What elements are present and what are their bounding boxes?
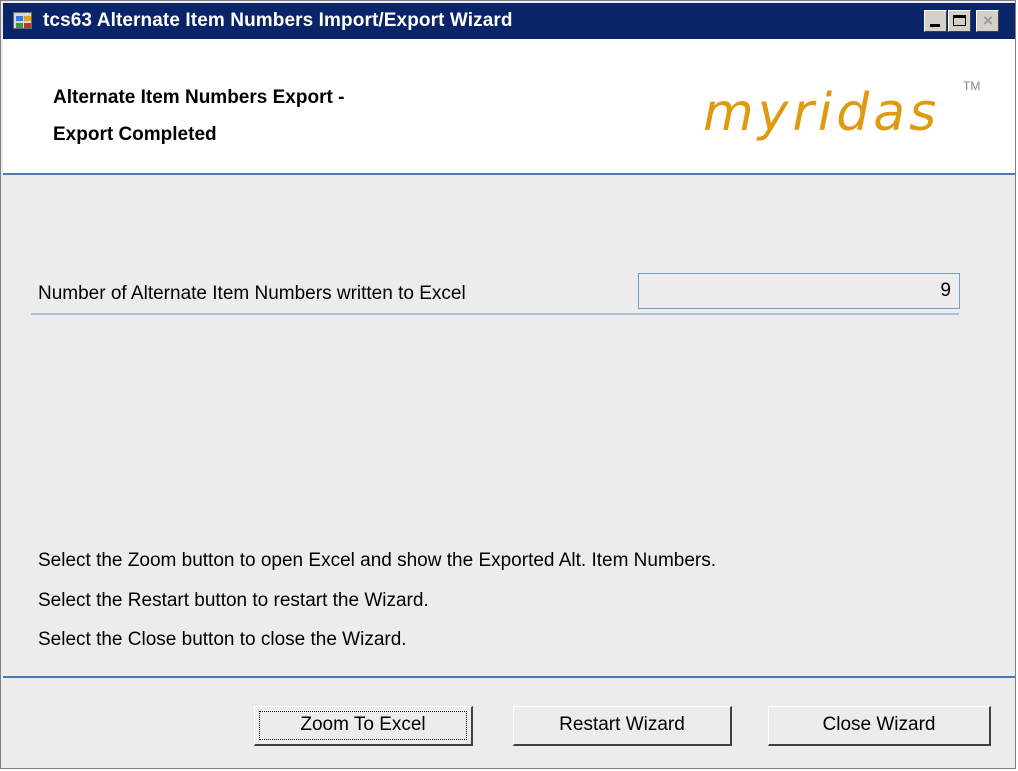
export-count-underline: [31, 313, 959, 315]
close-wizard-label: Close Wizard: [822, 714, 936, 735]
close-icon: ×: [983, 11, 993, 30]
page-title: Alternate Item Numbers Export - Export C…: [53, 79, 344, 153]
page-title-line-2: Export Completed: [53, 124, 217, 145]
instruction-close: Select the Close button to close the Wiz…: [38, 629, 407, 650]
page-title-line-1: Alternate Item Numbers Export -: [53, 87, 345, 108]
restart-wizard-label: Restart Wizard: [559, 714, 685, 735]
footer-separator: [3, 676, 1015, 678]
maximize-button[interactable]: [948, 10, 971, 32]
title-bar[interactable]: tcs63 Alternate Item Numbers Import/Expo…: [3, 3, 1015, 39]
window-title: tcs63 Alternate Item Numbers Import/Expo…: [43, 10, 513, 31]
wizard-window: tcs63 Alternate Item Numbers Import/Expo…: [0, 0, 1016, 769]
instruction-zoom: Select the Zoom button to open Excel and…: [38, 550, 717, 571]
instruction-restart: Select the Restart button to restart the…: [38, 590, 429, 611]
minimize-button[interactable]: [924, 10, 947, 32]
trademark-mark: TM: [963, 79, 981, 93]
myridas-logo: myridas: [703, 83, 941, 143]
restart-wizard-button[interactable]: Restart Wizard: [513, 706, 732, 746]
export-count-label: Number of Alternate Item Numbers written…: [38, 283, 466, 304]
wizard-header: Alternate Item Numbers Export - Export C…: [3, 39, 1015, 175]
export-count-field: 9: [638, 273, 960, 309]
minimize-icon: [930, 24, 940, 27]
zoom-to-excel-button[interactable]: Zoom To Excel: [254, 706, 473, 746]
app-window-icon[interactable]: [13, 12, 32, 29]
close-window-button[interactable]: ×: [976, 10, 999, 32]
close-wizard-button[interactable]: Close Wizard: [768, 706, 991, 746]
zoom-to-excel-label: Zoom To Excel: [300, 714, 426, 735]
maximize-icon: [953, 15, 966, 26]
